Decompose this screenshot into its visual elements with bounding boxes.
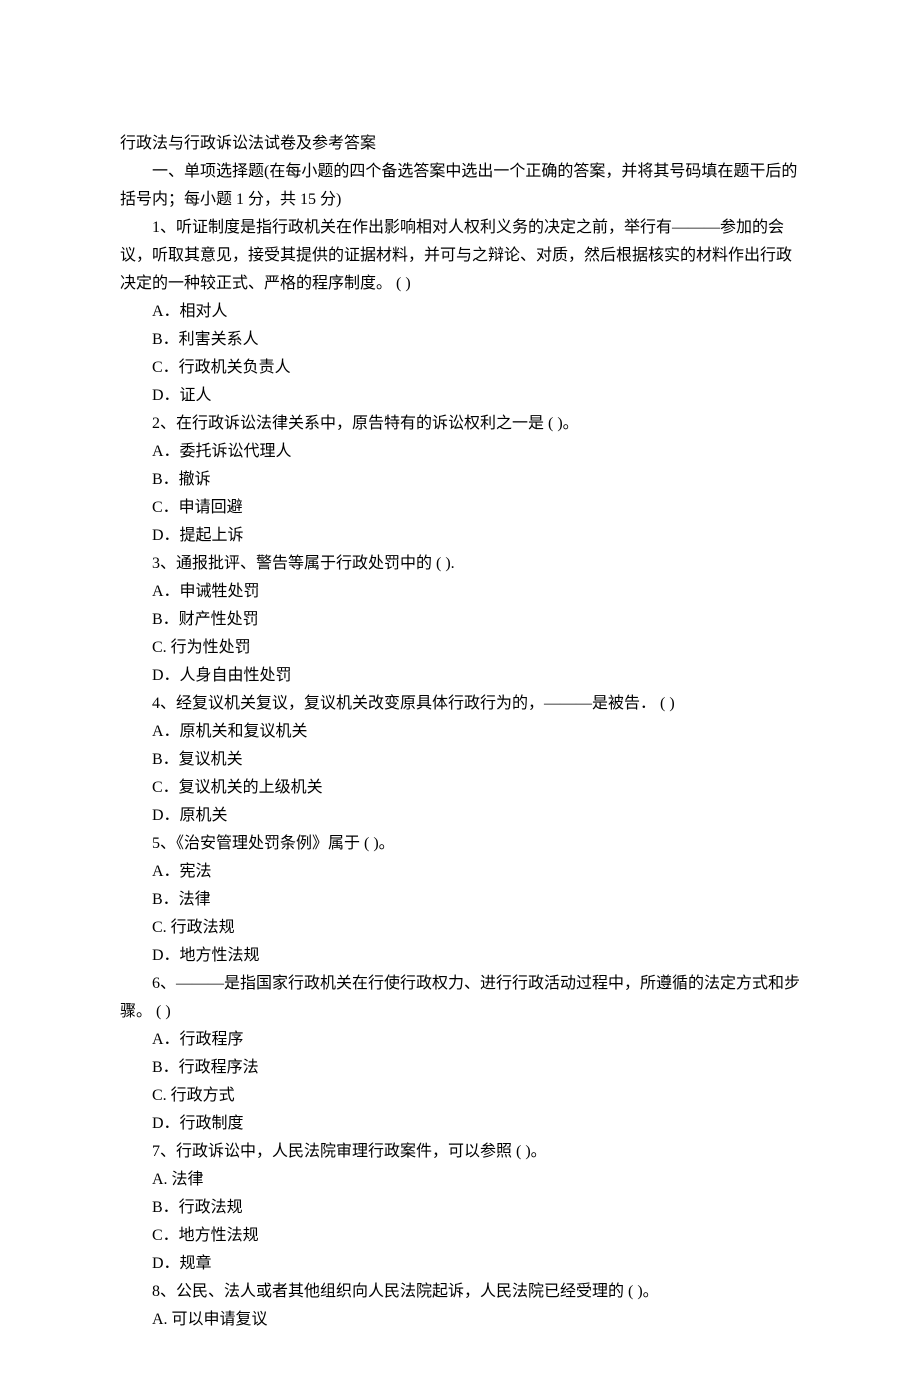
option: A．申诫牲处罚 bbox=[120, 578, 800, 606]
question-stem: 3、通报批评、警告等属于行政处罚中的 ( ). bbox=[120, 550, 800, 578]
question-stem: 1、听证制度是指行政机关在作出影响相对人权利义务的决定之前，举行有———参加的会… bbox=[120, 214, 800, 298]
option: B．利害关系人 bbox=[120, 326, 800, 354]
option: B．行政法规 bbox=[120, 1194, 800, 1222]
option: A．委托诉讼代理人 bbox=[120, 438, 800, 466]
option: B．复议机关 bbox=[120, 746, 800, 774]
option: D．原机关 bbox=[120, 802, 800, 830]
option: A. 法律 bbox=[120, 1166, 800, 1194]
option: A. 可以申请复议 bbox=[120, 1306, 800, 1334]
option: D．提起上诉 bbox=[120, 522, 800, 550]
option: C. 行为性处罚 bbox=[120, 634, 800, 662]
section-header: 一、单项选择题(在每小题的四个备选答案中选出一个正确的答案，并将其号码填在题干后… bbox=[120, 158, 800, 214]
question-stem: 7、行政诉讼中，人民法院审理行政案件，可以参照 ( )。 bbox=[120, 1138, 800, 1166]
document-title: 行政法与行政诉讼法试卷及参考答案 bbox=[120, 130, 800, 158]
option: B．撤诉 bbox=[120, 466, 800, 494]
option: A．相对人 bbox=[120, 298, 800, 326]
option: D．人身自由性处罚 bbox=[120, 662, 800, 690]
option: D．行政制度 bbox=[120, 1110, 800, 1138]
option: C．申请回避 bbox=[120, 494, 800, 522]
option: C．行政机关负责人 bbox=[120, 354, 800, 382]
question-stem: 5、《治安管理处罚条例》属于 ( )。 bbox=[120, 830, 800, 858]
exam-document-page: 行政法与行政诉讼法试卷及参考答案 一、单项选择题(在每小题的四个备选答案中选出一… bbox=[0, 0, 920, 1394]
option: C．地方性法规 bbox=[120, 1222, 800, 1250]
option: B．财产性处罚 bbox=[120, 606, 800, 634]
option: C. 行政方式 bbox=[120, 1082, 800, 1110]
option: C．复议机关的上级机关 bbox=[120, 774, 800, 802]
question-stem: 4、经复议机关复议，复议机关改变原具体行政行为的，———是被告． ( ) bbox=[120, 690, 800, 718]
option: D．地方性法规 bbox=[120, 942, 800, 970]
option: D．证人 bbox=[120, 382, 800, 410]
option: A．行政程序 bbox=[120, 1026, 800, 1054]
option: B．行政程序法 bbox=[120, 1054, 800, 1082]
option: B．法律 bbox=[120, 886, 800, 914]
option: C. 行政法规 bbox=[120, 914, 800, 942]
question-stem: 6、———是指国家行政机关在行使行政权力、进行行政活动过程中，所遵循的法定方式和… bbox=[120, 970, 800, 1026]
option: A．宪法 bbox=[120, 858, 800, 886]
option: A．原机关和复议机关 bbox=[120, 718, 800, 746]
question-stem: 2、在行政诉讼法律关系中，原告特有的诉讼权利之一是 ( )。 bbox=[120, 410, 800, 438]
option: D．规章 bbox=[120, 1250, 800, 1278]
